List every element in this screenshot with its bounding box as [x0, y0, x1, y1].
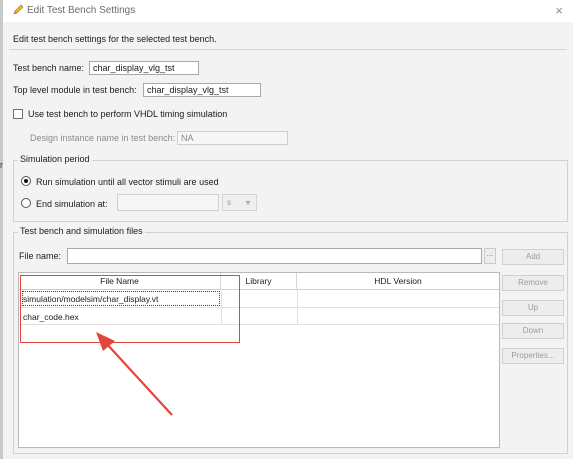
- test-bench-files-title: Test bench and simulation files: [18, 226, 145, 236]
- top-level-module-input[interactable]: char_display_vlg_tst: [143, 83, 261, 97]
- design-instance-input[interactable]: NA: [177, 131, 288, 145]
- design-instance-label: Design instance name in test bench:: [30, 133, 176, 143]
- test-bench-name-input[interactable]: char_display_vlg_tst: [89, 61, 199, 75]
- up-button[interactable]: Up: [502, 300, 564, 316]
- test-bench-name-label: Test bench name:: [13, 63, 85, 73]
- vhdl-timing-checkbox[interactable]: [13, 109, 23, 119]
- file-name-input[interactable]: [67, 248, 482, 264]
- time-unit-value: s: [227, 198, 231, 207]
- simulation-period-group: [13, 160, 568, 222]
- properties-button[interactable]: Properties...: [502, 348, 564, 364]
- chevron-down-icon: [245, 201, 251, 205]
- down-button[interactable]: Down: [502, 323, 564, 339]
- window-title: Edit Test Bench Settings: [27, 5, 136, 16]
- remove-button[interactable]: Remove: [502, 275, 564, 291]
- pencil-icon: [13, 4, 24, 15]
- end-at-label: End simulation at:: [36, 199, 108, 209]
- description-divider: [9, 49, 567, 50]
- dialog-description: Edit test bench settings for the selecte…: [13, 34, 217, 44]
- run-all-label: Run simulation until all vector stimuli …: [36, 177, 219, 187]
- close-icon[interactable]: ×: [555, 3, 563, 18]
- vhdl-timing-label: Use test bench to perform VHDL timing si…: [28, 109, 228, 119]
- annotation-arrow-icon: [96, 332, 173, 416]
- time-unit-select[interactable]: s: [222, 194, 257, 211]
- end-at-input[interactable]: [117, 194, 219, 211]
- run-all-radio[interactable]: [21, 176, 31, 186]
- title-bar: Edit Test Bench Settings ×: [3, 0, 573, 22]
- edit-test-bench-dialog: Edit Test Bench Settings × Edit test ben…: [3, 0, 573, 459]
- end-at-radio[interactable]: [21, 198, 31, 208]
- column-header-hdl-version[interactable]: HDL Version: [297, 273, 499, 289]
- simulation-period-title: Simulation period: [18, 154, 92, 164]
- add-button[interactable]: Add: [502, 249, 564, 265]
- top-level-module-label: Top level module in test bench:: [13, 85, 137, 95]
- browse-button[interactable]: ...: [484, 248, 496, 264]
- file-name-label: File name:: [19, 251, 62, 261]
